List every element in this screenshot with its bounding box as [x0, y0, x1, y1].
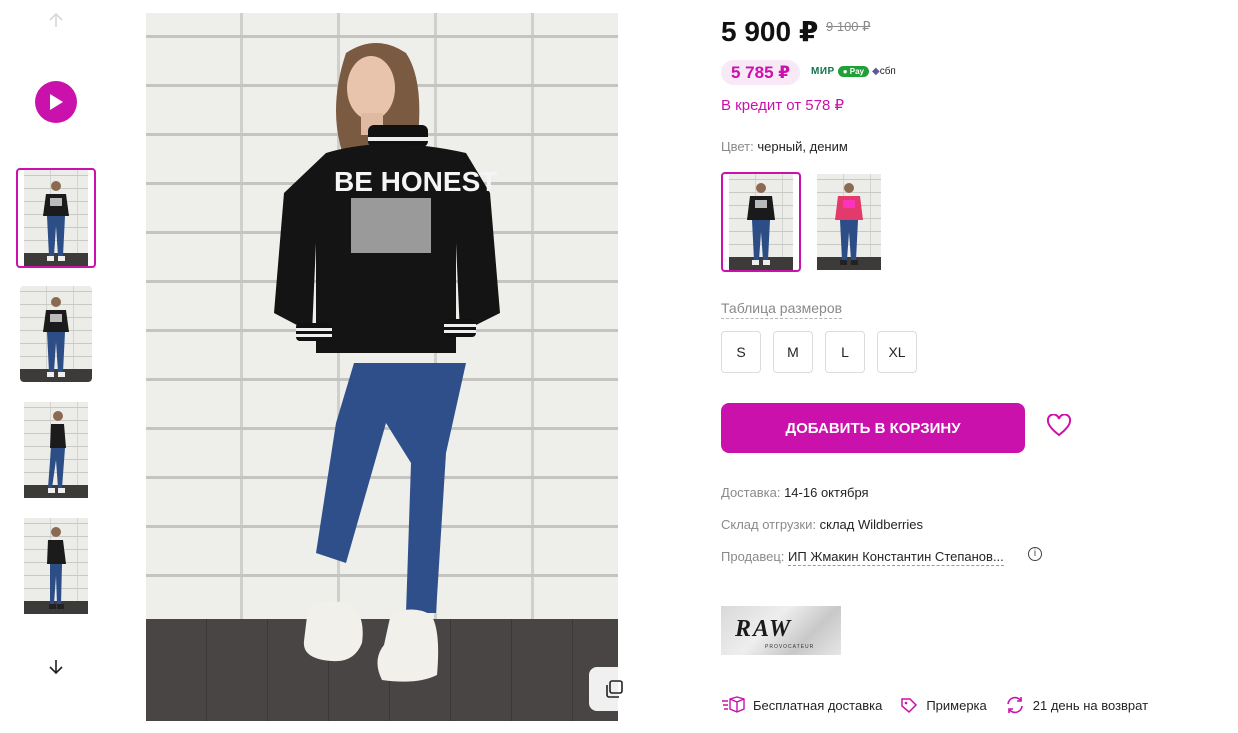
- similar-items-button[interactable]: [589, 667, 639, 711]
- delivery-value: 14-16 октября: [784, 485, 869, 500]
- swatch-image: [817, 174, 881, 270]
- add-to-favorites-button[interactable]: [1046, 413, 1072, 443]
- warehouse-row: Склад отгрузки: склад Wildberries: [721, 517, 923, 532]
- tag-icon: [901, 698, 918, 714]
- thumbnail-image: [24, 402, 88, 498]
- seller-label: Продавец:: [721, 549, 785, 564]
- size-button-xl[interactable]: XL: [877, 331, 917, 373]
- credit-link[interactable]: В кредит от 578 ₽: [721, 96, 844, 114]
- swatch-image: [729, 174, 793, 270]
- thumbnail-image: [24, 170, 88, 266]
- feature-label: Примерка: [926, 697, 987, 713]
- thumbnails-down-button[interactable]: [44, 655, 68, 679]
- color-swatch-pink[interactable]: [809, 172, 889, 272]
- play-icon: [50, 94, 63, 110]
- video-play-button[interactable]: [35, 81, 77, 123]
- seller-row: Продавец: ИП Жмакин Константин Степанов.…: [721, 549, 1004, 566]
- old-price: 9 100 ₽: [826, 19, 871, 34]
- heart-icon: [1046, 413, 1072, 437]
- seller-link[interactable]: ИП Жмакин Константин Степанов...: [788, 549, 1004, 566]
- arrow-down-icon: [49, 660, 63, 675]
- box-icon: [722, 696, 745, 713]
- arrow-up-icon: [49, 12, 63, 27]
- current-price: 5 900 ₽: [721, 16, 819, 47]
- color-swatch-black[interactable]: [721, 172, 801, 272]
- mir-logo: МИР: [811, 66, 835, 77]
- thumbnail-image: [20, 286, 92, 382]
- thumbnails-up-button[interactable]: [44, 8, 68, 32]
- delivery-row: Доставка: 14-16 октября: [721, 485, 869, 500]
- features-row: Бесплатная доставка Примерка 21 день на …: [721, 696, 1166, 714]
- size-button-s[interactable]: S: [721, 331, 761, 373]
- delivery-label: Доставка:: [721, 485, 781, 500]
- svg-text:RAW: RAW: [734, 616, 792, 642]
- size-button-l[interactable]: L: [825, 331, 865, 373]
- feature-label: 21 день на возврат: [1032, 697, 1149, 713]
- warehouse-label: Склад отгрузки:: [721, 517, 816, 532]
- feature-fitting: Примерка: [900, 696, 987, 714]
- color-label: Цвет:: [721, 139, 754, 154]
- brand-logo[interactable]: RAW PROVOCATEUR: [721, 606, 841, 655]
- return-icon: [1006, 696, 1023, 714]
- feature-label: Бесплатная доставка: [753, 697, 883, 713]
- info-icon[interactable]: i: [1028, 547, 1042, 561]
- payment-logos: МИР ● Pay ◆сбп: [811, 66, 896, 77]
- thumbnail-3[interactable]: [16, 400, 96, 500]
- feature-free-delivery: Бесплатная доставка: [721, 696, 882, 714]
- warehouse-value: склад Wildberries: [819, 517, 923, 532]
- wallet-price: 5 785 ₽: [731, 62, 791, 82]
- thumbnail-1[interactable]: [16, 168, 96, 268]
- thumbnail-2[interactable]: [16, 284, 96, 384]
- size-button-m[interactable]: M: [773, 331, 813, 373]
- main-product-image[interactable]: BE HONEST: [146, 13, 618, 721]
- color-value: черный, деним: [757, 139, 848, 154]
- feature-return: 21 день на возврат: [1005, 696, 1148, 714]
- thumbnail-image: [24, 518, 88, 614]
- sbp-logo: ◆сбп: [871, 66, 896, 77]
- color-line: Цвет: черный, деним: [721, 139, 848, 154]
- add-to-cart-button[interactable]: ДОБАВИТЬ В КОРЗИНУ: [721, 403, 1025, 453]
- copy-icon: [606, 680, 623, 698]
- sweater-print-text: BE HONEST: [334, 166, 497, 197]
- size-table-link[interactable]: Таблица размеров: [721, 300, 843, 319]
- sberpay-logo: ● Pay: [837, 66, 869, 77]
- wallet-price-badge[interactable]: 5 785 ₽: [721, 60, 801, 85]
- thumbnail-4[interactable]: [16, 516, 96, 616]
- svg-text:PROVOCATEUR: PROVOCATEUR: [765, 644, 814, 650]
- model-figure: BE HONEST: [274, 43, 500, 682]
